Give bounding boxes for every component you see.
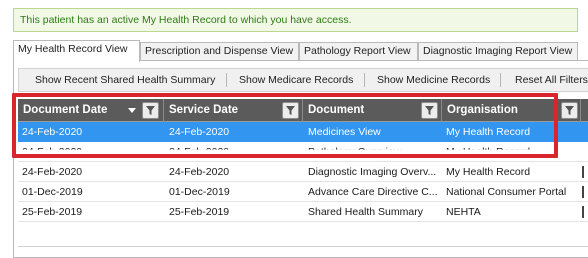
table-row[interactable]: 24-Feb-2020 24-Feb-2020 Diagnostic Imagi… (18, 162, 588, 182)
show-medicine-records-button[interactable]: Show Medicine Records (377, 69, 490, 91)
toolbar-separator (500, 73, 501, 87)
document-cell: Diagnostic Imaging Overv... (308, 166, 437, 178)
tab-pathology-report-view[interactable]: Pathology Report View (299, 42, 418, 61)
row-edge-marker (582, 186, 584, 198)
column-header-label: Document (308, 104, 365, 116)
table-row[interactable]: 24-Feb-2020 24-Feb-2020 Pathology Overvi… (18, 142, 588, 162)
organisation-cell: My Health Record (446, 166, 531, 178)
document-cell: Advance Care Directive C... (308, 186, 438, 198)
service-date-cell: 24-Feb-2020 (169, 126, 230, 138)
grid-header: Document Date Service Date Document Orga… (18, 99, 588, 122)
document-cell: Shared Health Summary (308, 206, 423, 218)
row-edge-marker (582, 206, 584, 218)
funnel-icon[interactable] (142, 102, 159, 119)
tab-prescription-dispense-view[interactable]: Prescription and Dispense View (140, 42, 299, 61)
service-date-cell: 25-Feb-2019 (169, 206, 230, 218)
document-date-cell: 24-Feb-2020 (22, 126, 83, 138)
funnel-icon[interactable] (561, 102, 578, 119)
toolbar-separator (364, 73, 365, 87)
table-row[interactable]: 24-Feb-2020 24-Feb-2020 Medicines View M… (18, 122, 588, 142)
show-medicare-records-button[interactable]: Show Medicare Records (239, 69, 353, 91)
documents-grid: Document Date Service Date Document Orga… (18, 99, 588, 246)
organisation-cell: National Consumer Portal (446, 186, 567, 198)
grid-bottom-border (18, 246, 588, 247)
document-date-cell: 01-Dec-2019 (22, 186, 83, 198)
grid-toolbar: Show Recent Shared Health Summary Show M… (18, 68, 588, 92)
document-date-cell: 24-Feb-2020 (22, 146, 83, 158)
document-cell: Pathology Overview (308, 146, 402, 158)
document-cell: Medicines View (308, 126, 381, 138)
organisation-cell: NEHTA (446, 206, 481, 218)
toolbar-separator (226, 73, 227, 87)
organisation-cell: My Health Record (446, 126, 531, 138)
funnel-icon[interactable] (421, 102, 438, 119)
row-edge-marker (582, 166, 584, 178)
health-record-access-banner: This patient has an active My Health Rec… (13, 8, 578, 32)
column-header-label: Service Date (169, 104, 239, 116)
sort-desc-icon[interactable] (128, 108, 136, 113)
reset-all-filters-button[interactable]: Reset All Filters (515, 69, 588, 91)
tab-diagnostic-imaging-report-view[interactable]: Diagnostic Imaging Report View (418, 42, 578, 61)
column-header-label: Organisation (447, 104, 518, 116)
service-date-cell: 01-Dec-2019 (169, 186, 230, 198)
organisation-cell: My Health Record (446, 146, 531, 158)
tab-my-health-record-view[interactable]: My Health Record View (13, 40, 140, 62)
funnel-icon[interactable] (282, 102, 299, 119)
show-recent-shared-health-summary-button[interactable]: Show Recent Shared Health Summary (35, 69, 215, 91)
table-row[interactable]: 25-Feb-2019 25-Feb-2019 Shared Health Su… (18, 202, 588, 222)
service-date-cell: 24-Feb-2020 (169, 166, 230, 178)
column-header-label: Document Date (23, 104, 108, 116)
document-date-cell: 24-Feb-2020 (22, 166, 83, 178)
table-row[interactable]: 01-Dec-2019 01-Dec-2019 Advance Care Dir… (18, 182, 588, 202)
document-date-cell: 25-Feb-2019 (22, 206, 83, 218)
service-date-cell: 24-Feb-2020 (169, 146, 230, 158)
